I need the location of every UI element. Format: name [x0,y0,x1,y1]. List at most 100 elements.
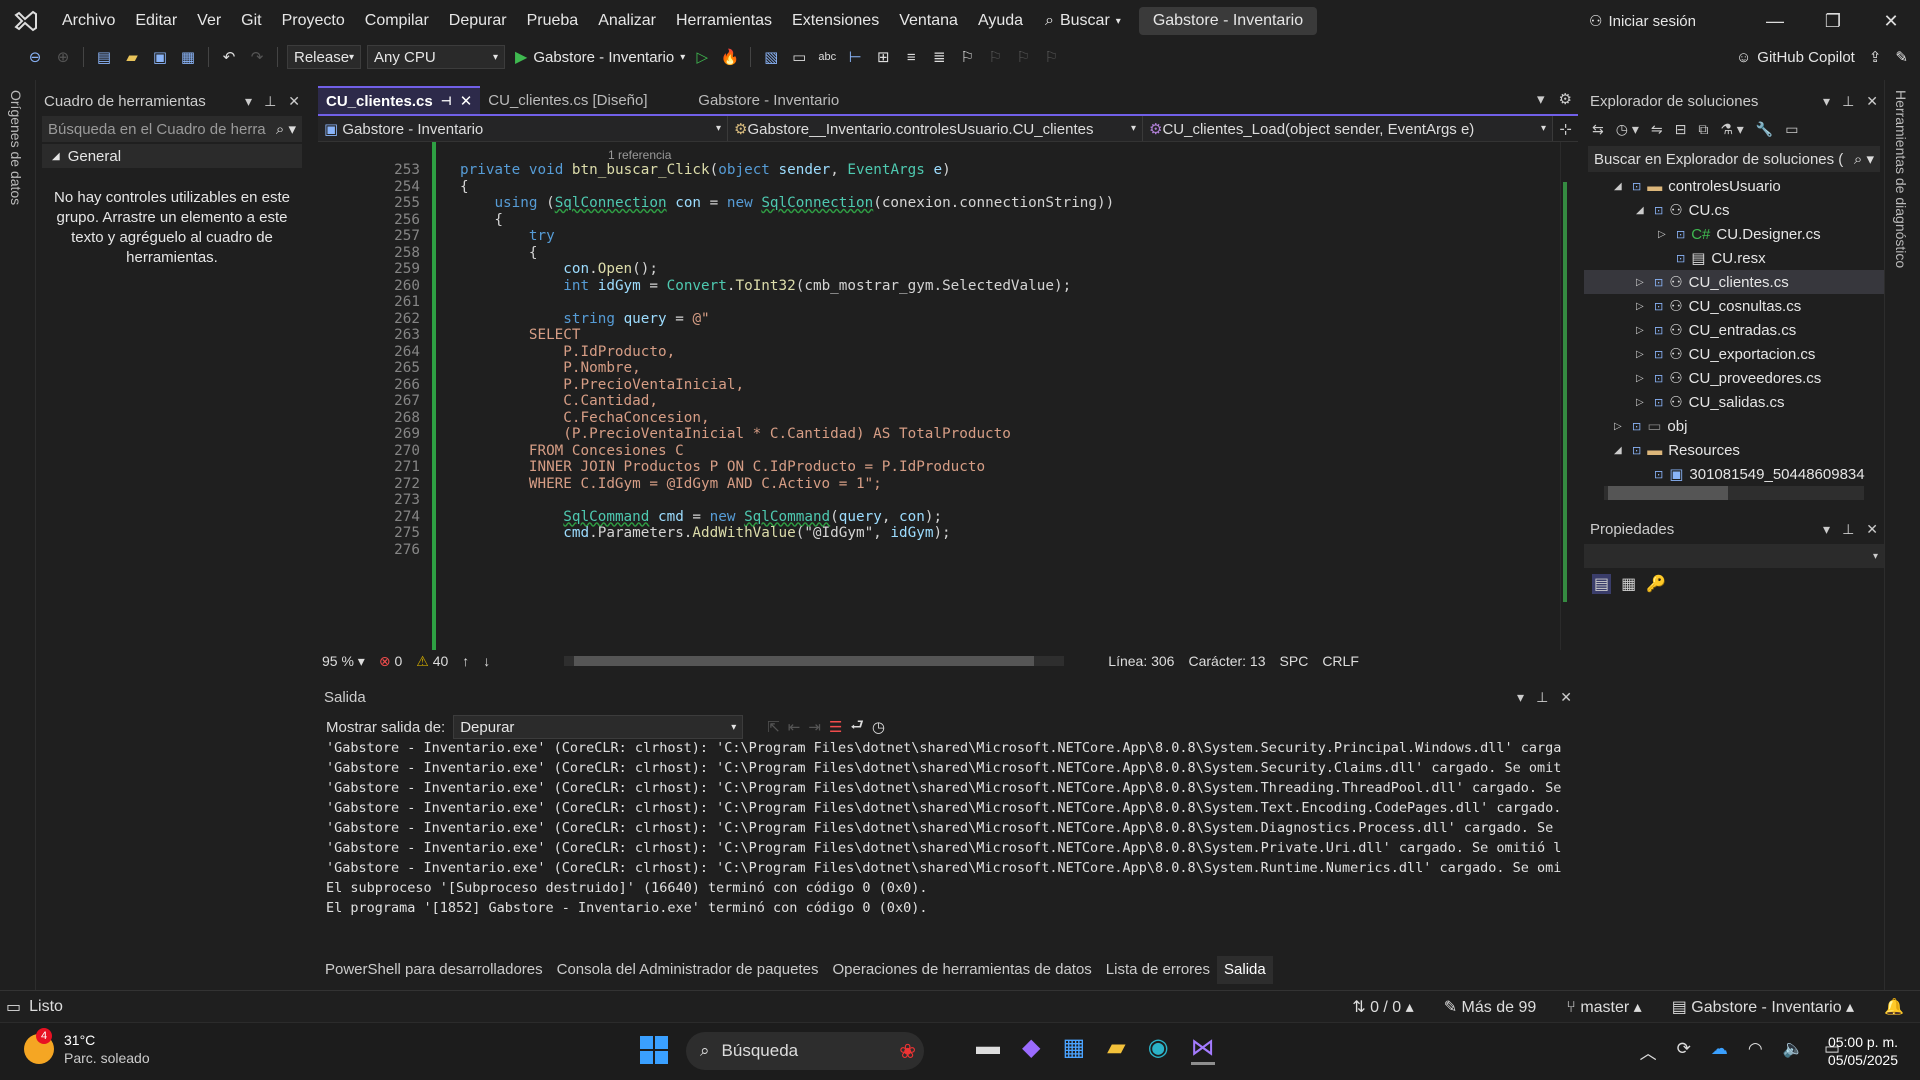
filter-icon[interactable]: ⚗ ▾ [1720,121,1743,138]
menu-herramientas[interactable]: Herramientas [666,0,782,42]
project-nav-select[interactable]: ▣ Gabstore - Inventario ▾ [318,116,728,141]
start-debug-button[interactable]: ▶ Gabstore - Inventario ▾ [515,47,685,67]
tree-item[interactable]: ▷ ⊡ ⚇ CU_salidas.cs [1584,390,1884,414]
clear-all-icon[interactable]: ☰ [829,718,842,736]
maximize-button[interactable]: ❐ [1804,11,1862,32]
menu-archivo[interactable]: Archivo [52,0,125,42]
browse-icon[interactable]: ▧ [760,46,782,68]
expander-icon[interactable]: ◢ [1614,445,1626,456]
open-folder-icon[interactable]: ▰ [121,46,143,68]
close-icon[interactable]: ✕ [288,93,300,110]
bookmark-next-icon[interactable]: ⚐ [1012,46,1034,68]
branch-indicator[interactable]: ⑂ master ▴ [1566,997,1641,1017]
collapse-all-icon[interactable]: ⊟ [1675,121,1687,138]
share-icon[interactable]: ⇪ [1869,48,1882,66]
code-line[interactable]: P.PrecioVentaInicial, [460,377,744,393]
goto-next-icon[interactable]: ⇥ [808,718,821,736]
chevron-down-icon[interactable]: ▾ [245,93,252,110]
menu-prueba[interactable]: Prueba [517,0,589,42]
tree-item[interactable]: ▷ ⊡ ⚇ CU_exportacion.cs [1584,342,1884,366]
clock-icon[interactable]: ◷ [872,718,885,736]
menu-proyecto[interactable]: Proyecto [272,0,355,42]
platform-select[interactable]: Any CPU ▾ [367,45,505,69]
expander-icon[interactable]: ▷ [1636,277,1648,288]
chevron-up-icon[interactable]: ︿ [1640,1039,1657,1064]
taskbar-search[interactable]: ⌕ Búsqueda ❀ [686,1032,924,1070]
spell-check-icon[interactable]: abc [816,46,838,68]
arrow-down-icon[interactable]: ↓ [483,653,490,669]
save-all-icon[interactable]: ▦ [177,46,199,68]
menu-git[interactable]: Git [231,0,271,42]
repo-indicator[interactable]: ▤ Gabstore - Inventario ▴ [1672,997,1854,1017]
bottom-tab[interactable]: PowerShell para desarrolladores [318,956,550,984]
tree-item[interactable]: ▷ ⊡ ⚇ CU_clientes.cs [1584,270,1884,294]
menu-ver[interactable]: Ver [187,0,231,42]
minimize-button[interactable]: — [1746,11,1804,32]
code-line[interactable]: { [460,179,469,195]
new-project-icon[interactable]: ▤ [93,46,115,68]
chevron-down-icon[interactable]: ▾ [1823,521,1830,538]
back-icon[interactable]: ⊖ [24,46,46,68]
expander-icon[interactable]: ▷ [1614,421,1626,432]
indent-icon[interactable]: ≡ [900,46,922,68]
sync-status-icon[interactable]: ⟳ [1677,1039,1691,1064]
solution-search-input[interactable]: Buscar en Explorador de soluciones (⌕ ▾ [1588,146,1880,172]
code-line[interactable]: C.Cantidad, [460,393,658,409]
expander-icon[interactable]: ◢ [1636,205,1648,216]
hot-reload-icon[interactable]: 🔥 [719,46,741,68]
whitespace-indicator[interactable]: SPC [1280,653,1309,669]
tree-item[interactable]: ◢ ⊡ ⚇ CU.cs [1584,198,1884,222]
bottom-tab[interactable]: Lista de errores [1099,956,1217,984]
code-line[interactable]: private void btn_buscar_Click(object sen… [460,162,951,178]
search-button[interactable]: ⌕ Buscar ▾ [1045,12,1121,30]
tab-list-icon[interactable]: ▾ [1537,90,1545,108]
eol-indicator[interactable]: CRLF [1322,653,1359,669]
reference-hint[interactable]: 1 referencia [460,148,671,162]
code-line[interactable]: WHERE C.IdGym = @IdGym AND C.Activo = 1"… [460,476,882,492]
code-line[interactable]: P.Nombre, [460,360,640,376]
configuration-select[interactable]: Release ▾ [287,45,361,69]
output-source-select[interactable]: Depurar ▾ [453,715,744,739]
forward-icon[interactable]: ⊕ [52,46,74,68]
find-icon[interactable]: ⇱ [767,718,780,736]
output-text[interactable]: 'Gabstore - Inventario.exe' (CoreCLR: cl… [326,738,1566,918]
code-line[interactable]: string query = @" [460,311,709,327]
tree-item[interactable]: ▷ ⊡ C# CU.Designer.cs [1584,222,1884,246]
code-line[interactable]: FROM Concesiones C [460,443,684,459]
feedback-icon[interactable]: ✎ [1895,48,1908,66]
signin-button[interactable]: ⚇ Iniciar sesión [1589,12,1696,31]
weather-widget[interactable]: 4 31°C Parc. soleado [24,1028,150,1067]
tab-cu-clientes[interactable]: CU_clientes.cs ⊣ ✕ [318,86,481,114]
sync-icon[interactable]: ⇆ [1592,121,1604,138]
bookmark-prev-icon[interactable]: ⚐ [984,46,1006,68]
properties-object-select[interactable]: ▾ [1584,544,1884,568]
layout-icon[interactable]: ▭ [788,46,810,68]
bell-icon[interactable]: 🔔 [1884,997,1904,1017]
changes-indicator[interactable]: ⇅ 0 / 0 ▴ [1352,997,1413,1017]
member-nav-select[interactable]: ⚙CU_clientes_Load(object sender, EventAr… [1143,116,1553,141]
save-icon[interactable]: ▣ [149,46,171,68]
start-without-debug-icon[interactable]: ▷ [691,46,713,68]
pin-icon[interactable]: ⊥ [264,93,276,110]
property-pages-icon[interactable]: 🔑 [1646,574,1666,594]
bottom-tab[interactable]: Consola del Administrador de paquetes [550,956,826,984]
redo-icon[interactable]: ↷ [246,46,268,68]
diagnostic-tools-tab[interactable]: Herramientas de diagnóstico [1885,80,1909,268]
visual-studio-app-icon[interactable]: ⋈ [1190,1033,1215,1065]
zoom-select[interactable]: 95 % ▾ [322,653,365,670]
tree-item[interactable]: ▷ ⊡ ▭ obj [1584,414,1884,438]
expander-icon[interactable]: ▷ [1658,229,1670,240]
toolbox-group-general[interactable]: ◢ General [42,144,302,168]
code-line[interactable]: SELECT [460,327,581,343]
code-line[interactable]: con.Open(); [460,261,658,277]
split-icon[interactable]: ⊹ [1553,116,1578,141]
pin-icon[interactable]: ⊥ [1842,93,1854,110]
error-count[interactable]: ⊗ 0 [379,653,402,670]
copilot-button[interactable]: ☺ GitHub Copilot [1736,49,1855,66]
vertical-scrollbar[interactable] [1560,142,1578,650]
categorized-icon[interactable]: ▤ [1592,574,1612,594]
code-line[interactable]: P.IdProducto, [460,344,675,360]
code-line[interactable]: cmd.Parameters.AddWithValue("@IdGym", id… [460,525,950,541]
close-icon[interactable]: ✕ [1866,93,1878,110]
pin-icon[interactable]: ⊥ [1536,689,1548,706]
